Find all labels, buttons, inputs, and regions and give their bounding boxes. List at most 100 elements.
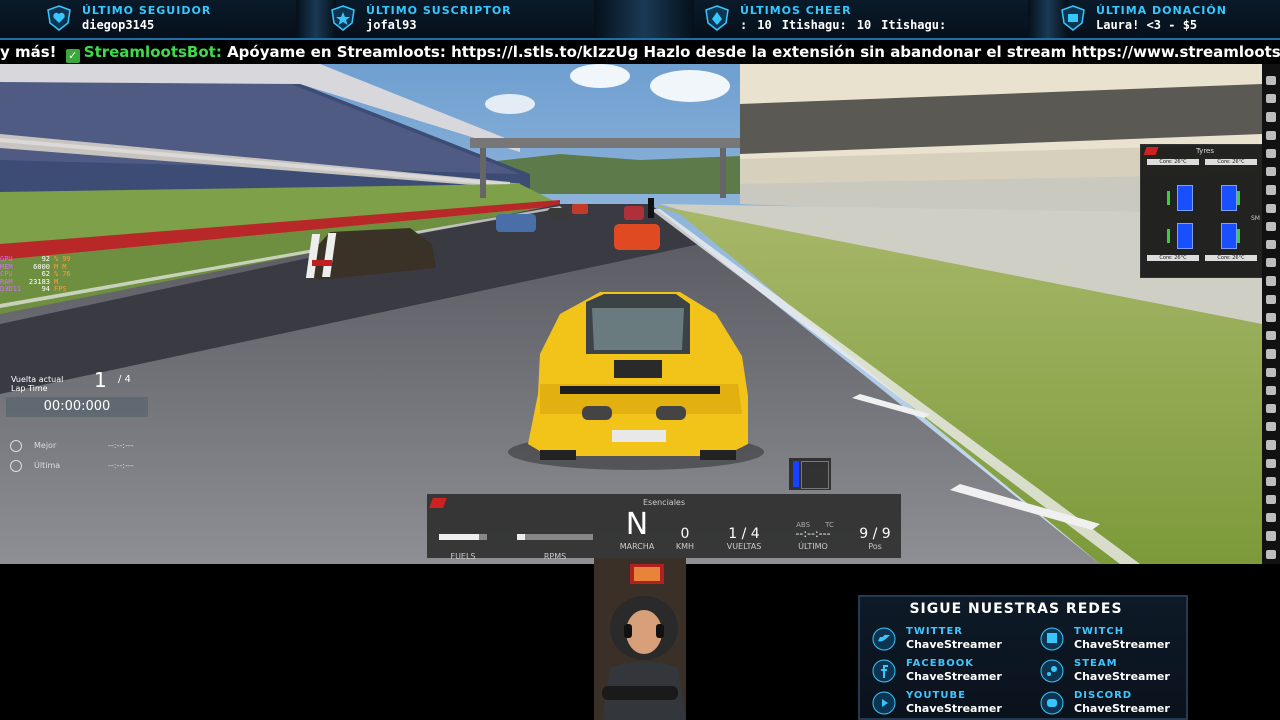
lap-time-value: 00:00:000: [6, 397, 148, 417]
cheer-item: Itishagu:: [881, 18, 947, 32]
cheers-list: : 10 Itishagu: 10 Itishagu:: [740, 18, 946, 32]
tyre-wear-bar: [1167, 191, 1170, 205]
subscriber-label: ÚLTIMO SUSCRIPTOR: [366, 4, 512, 17]
lap-labels: Vuelta actual Lap Time: [11, 375, 63, 393]
star-shield-icon: [330, 5, 356, 31]
total-laps: / 4: [118, 374, 131, 385]
rpm-bar: [517, 534, 593, 540]
toolbar-icon[interactable]: [1266, 167, 1276, 177]
game-viewport[interactable]: Tyres Core: 26°C Core: 26°C SM Core: 26°…: [0, 64, 1262, 564]
banner-divider: [594, 0, 694, 38]
toolbar-icon[interactable]: [1266, 513, 1276, 523]
tyre-rear-right: [1221, 223, 1237, 249]
heart-shield-icon: [46, 5, 72, 31]
stopwatch-icon: [10, 460, 22, 472]
toolbar-icon[interactable]: [1266, 148, 1276, 159]
toolbar-icon[interactable]: [1266, 112, 1276, 122]
steam-icon: [1040, 659, 1064, 683]
discord-icon: [1040, 691, 1064, 715]
app-toolbar[interactable]: [1262, 64, 1280, 564]
toolbar-icon[interactable]: [1266, 276, 1276, 286]
social-label: DISCORD: [1074, 690, 1133, 701]
toolbar-icon[interactable]: [1266, 94, 1276, 104]
speed-value: 0: [680, 526, 690, 542]
social-value: ChaveStreamer: [1074, 670, 1170, 683]
toolbar-icon[interactable]: [1266, 385, 1276, 395]
subscriber-value: jofal93: [366, 18, 417, 32]
cheer-item: 10: [856, 18, 872, 32]
toolbar-icon[interactable]: [1266, 130, 1276, 140]
tyres-title: Tyres: [1196, 147, 1215, 155]
social-value: ChaveStreamer: [906, 702, 1002, 715]
tyre-wear-bar: [1237, 229, 1240, 243]
toolbar-icon[interactable]: [1266, 258, 1276, 268]
social-value: ChaveStreamer: [1074, 702, 1170, 715]
toolbar-icon[interactable]: [1266, 549, 1276, 559]
social-value: ChaveStreamer: [906, 670, 1002, 683]
last-follower: ÚLTIMO SEGUIDOR diegop3145: [42, 2, 292, 34]
best-lap-value: --:--:---: [108, 441, 134, 450]
tyre-compound: SM: [1251, 215, 1260, 222]
toolbar-icon[interactable]: [1266, 185, 1276, 195]
last-lap-label: Última: [34, 461, 61, 470]
social-label: YOUTUBE: [906, 690, 966, 701]
chat-ticker: y más! ✓ StreamlootsBot: Apóyame en Strea…: [0, 40, 1280, 64]
cheer-shield-icon: [704, 5, 730, 31]
stopwatch-icon: [10, 440, 22, 452]
toolbar-icon[interactable]: [1266, 458, 1276, 468]
position-value: 9 / 9: [859, 526, 891, 542]
tyre-core-label: Core: 26°C: [1205, 255, 1257, 261]
toolbar-icon[interactable]: [1266, 221, 1276, 231]
tyre-core-label: Core: 26°C: [1205, 159, 1257, 165]
twitch-icon: [1040, 627, 1064, 651]
tyre-front-left: [1177, 185, 1193, 211]
twitter-icon: [872, 627, 896, 651]
last-lap-hud-value: --:--:---: [795, 527, 831, 540]
follower-value: diegop3145: [82, 18, 155, 32]
toolbar-icon[interactable]: [1266, 294, 1276, 304]
fuel-bar: [439, 534, 487, 540]
social-label: TWITTER: [906, 626, 963, 637]
toolbar-icon[interactable]: [1266, 531, 1276, 541]
tyre-core-label: Core: 26°C: [1147, 159, 1199, 165]
social-label: FACEBOOK: [906, 658, 974, 669]
ticker-bot-name: StreamlootsBot:: [83, 43, 222, 61]
last-cheers: ÚLTIMOS CHEER : 10 Itishagu: 10 Itishagu…: [700, 2, 1040, 34]
pedal-indicator: [789, 458, 831, 490]
laps-label: VUELTAS: [726, 542, 762, 551]
current-lap-label: Vuelta actual: [11, 375, 64, 384]
webcam-feed: [594, 558, 686, 720]
cheer-item: Itishagu:: [781, 18, 847, 32]
social-title: SIGUE NUESTRAS REDES: [909, 601, 1123, 617]
perf-row: D3D11 94 FPS: [0, 285, 67, 293]
speed-label: KMH: [675, 542, 695, 551]
donation-label: ÚLTIMA DONACIÓN: [1096, 4, 1227, 17]
toolbar-icon[interactable]: [1266, 203, 1276, 213]
tyre-wear-bar: [1237, 191, 1240, 205]
toolbar-icon[interactable]: [1266, 440, 1276, 450]
social-value: ChaveStreamer: [906, 638, 1002, 651]
hud-title: Esenciales: [642, 498, 686, 507]
toolbar-icon[interactable]: [1266, 403, 1276, 414]
essentials-hud: Esenciales FUELS RPMS N MARCHA 0 KMH 1 /…: [427, 494, 901, 561]
tyre-wear-bar: [1167, 229, 1170, 243]
toolbar-icon[interactable]: [1266, 422, 1276, 432]
ticker-prefix: y más!: [0, 43, 57, 61]
tyre-front-right: [1221, 185, 1237, 211]
toolbar-icon[interactable]: [1266, 76, 1276, 86]
money-shield-icon: [1060, 5, 1086, 31]
toolbar-icon[interactable]: [1266, 476, 1276, 487]
toolbar-icon[interactable]: [1266, 349, 1276, 359]
tyres-widget[interactable]: Tyres Core: 26°C Core: 26°C SM Core: 26°…: [1140, 144, 1262, 278]
toolbar-icon[interactable]: [1266, 312, 1276, 323]
toolbar-icon[interactable]: [1266, 331, 1276, 341]
toolbar-icon[interactable]: [1266, 239, 1276, 250]
best-lap-row: Mejor --:--:---: [6, 438, 148, 454]
social-links-panel: SIGUE NUESTRAS REDES TWITTER ChaveStream…: [858, 595, 1188, 720]
cheer-item: :: [740, 18, 748, 32]
gear-label: MARCHA: [619, 542, 655, 551]
toolbar-icon[interactable]: [1266, 367, 1276, 377]
toolbar-icon[interactable]: [1266, 495, 1276, 505]
race-scene: [0, 64, 1262, 564]
facebook-icon: [872, 659, 896, 683]
